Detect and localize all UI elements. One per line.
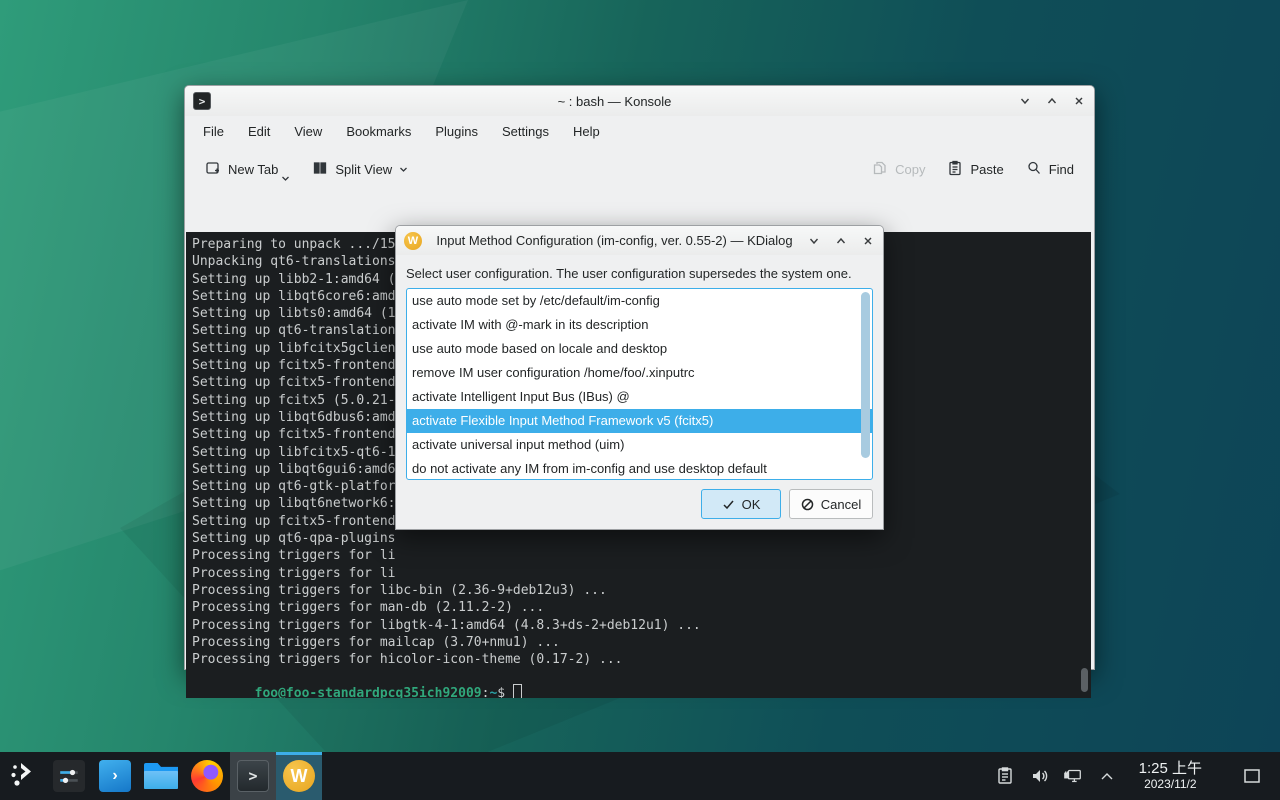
- volume-tray-icon[interactable]: [1029, 766, 1049, 786]
- tray-expander-icon[interactable]: [1097, 766, 1117, 786]
- konsole-window-title: ~ : bash — Konsole: [211, 94, 1018, 109]
- configuration-list-item[interactable]: activate Flexible Input Method Framework…: [407, 409, 872, 433]
- copy-icon: [872, 160, 888, 179]
- check-icon: [722, 498, 735, 511]
- terminal-line: Processing triggers for libc-bin (2.36-9…: [192, 583, 1091, 600]
- kdialog-task-icon: W: [283, 760, 315, 792]
- find-icon: [1026, 160, 1042, 179]
- system-settings-icon: [53, 760, 85, 792]
- terminal-line: Processing triggers for mailcap (3.70+nm…: [192, 635, 1091, 652]
- konsole-toolbar: New Tab Split View Copy Paste Find: [185, 147, 1094, 191]
- configuration-list-item[interactable]: activate Intelligent Input Bus (IBus) @: [407, 385, 872, 409]
- system-settings-button[interactable]: [46, 752, 92, 800]
- input-method-dialog: W Input Method Configuration (im-config,…: [395, 225, 884, 530]
- clock-time: 1:25 上午: [1139, 760, 1202, 777]
- dialog-button-row: OK Cancel: [396, 480, 883, 528]
- dialog-title: Input Method Configuration (im-config, v…: [422, 233, 807, 248]
- kde-launcher-icon: [8, 759, 38, 794]
- configuration-list-item[interactable]: activate IM with @-mark in its descripti…: [407, 313, 872, 337]
- terminal-line: Processing triggers for li: [192, 566, 1091, 583]
- configuration-list-item[interactable]: use auto mode based on locale and deskto…: [407, 337, 872, 361]
- kdialog-app-icon: W: [404, 232, 422, 250]
- configuration-list-item[interactable]: do not activate any IM from im-config an…: [407, 457, 872, 480]
- menu-item[interactable]: Settings: [492, 120, 559, 143]
- ok-button[interactable]: OK: [701, 489, 781, 519]
- dialog-instruction: Select user configuration. The user conf…: [396, 255, 883, 288]
- menu-item[interactable]: Edit: [238, 120, 280, 143]
- new-tab-button[interactable]: New Tab: [197, 154, 298, 185]
- konsole-titlebar[interactable]: > ~ : bash — Konsole: [185, 86, 1094, 116]
- maximize-icon[interactable]: [1045, 94, 1059, 108]
- cancel-button[interactable]: Cancel: [789, 489, 873, 519]
- copy-button: Copy: [864, 154, 933, 185]
- taskbar: › > W 1:25 上午: [0, 752, 1280, 800]
- clock-date: 2023/11/2: [1139, 778, 1202, 792]
- system-tray: 1:25 上午 2023/11/2: [995, 752, 1280, 800]
- file-manager-button[interactable]: [138, 752, 184, 800]
- list-scrollbar[interactable]: [861, 292, 870, 458]
- terminal-line: Processing triggers for libgtk-4-1:amd64…: [192, 618, 1091, 635]
- paste-icon: [947, 160, 963, 179]
- prompt-symbol: $: [497, 686, 505, 698]
- discover-button[interactable]: ›: [92, 752, 138, 800]
- terminal-line: Processing triggers for man-db (2.11.2-2…: [192, 600, 1091, 617]
- ok-label: OK: [742, 497, 761, 512]
- konsole-app-icon: >: [193, 92, 211, 110]
- configuration-list-item[interactable]: activate universal input method (uim): [407, 433, 872, 457]
- close-icon[interactable]: [1072, 94, 1086, 108]
- konsole-task-icon: >: [237, 760, 269, 792]
- split-view-label: Split View: [335, 162, 392, 177]
- find-button[interactable]: Find: [1018, 154, 1082, 185]
- cancel-label: Cancel: [821, 497, 861, 512]
- discover-icon: ›: [99, 760, 131, 792]
- find-label: Find: [1049, 162, 1074, 177]
- paste-button[interactable]: Paste: [939, 154, 1011, 185]
- folder-icon: [144, 763, 178, 789]
- split-view-dropdown-icon: [399, 162, 408, 177]
- show-desktop-button[interactable]: [1242, 767, 1262, 785]
- firefox-icon: [191, 760, 223, 792]
- firefox-button[interactable]: [184, 752, 230, 800]
- configuration-list-item[interactable]: remove IM user configuration /home/foo/.…: [407, 361, 872, 385]
- new-tab-dropdown-icon: [281, 171, 290, 178]
- terminal-line: Setting up qt6-qpa-plugins: [192, 531, 1091, 548]
- kdialog-task-button[interactable]: W: [276, 752, 322, 800]
- konsole-menubar: FileEditViewBookmarksPluginsSettingsHelp: [185, 116, 1094, 147]
- terminal-prompt-line: foo@foo-standardpcq35ich92009:~$: [192, 669, 1091, 686]
- show-desktop-icon: [1242, 767, 1262, 785]
- configuration-list: use auto mode set by /etc/default/im-con…: [406, 288, 873, 480]
- desktop-background: > ~ : bash — Konsole FileEditViewBookmar…: [0, 0, 1280, 800]
- paste-label: Paste: [970, 162, 1003, 177]
- menu-item[interactable]: Help: [563, 120, 610, 143]
- configuration-list-item[interactable]: use auto mode set by /etc/default/im-con…: [407, 289, 872, 313]
- digital-clock[interactable]: 1:25 上午 2023/11/2: [1139, 760, 1202, 791]
- new-tab-icon: [205, 160, 221, 179]
- terminal-scrollbar[interactable]: [1081, 668, 1088, 692]
- terminal-cursor: [513, 684, 522, 698]
- prompt-user-host: foo@foo-standardpcq35ich92009: [255, 686, 482, 698]
- konsole-task-button[interactable]: >: [230, 752, 276, 800]
- menu-item[interactable]: File: [193, 120, 234, 143]
- cancel-icon: [801, 498, 814, 511]
- new-tab-label: New Tab: [228, 162, 278, 177]
- copy-label: Copy: [895, 162, 925, 177]
- minimize-icon[interactable]: [807, 234, 821, 248]
- split-view-button[interactable]: Split View: [304, 154, 416, 185]
- maximize-icon[interactable]: [834, 234, 848, 248]
- close-icon[interactable]: [861, 234, 875, 248]
- terminal-line: Processing triggers for hicolor-icon-the…: [192, 652, 1091, 669]
- menu-item[interactable]: Bookmarks: [336, 120, 421, 143]
- menu-item[interactable]: View: [284, 120, 332, 143]
- minimize-icon[interactable]: [1018, 94, 1032, 108]
- terminal-line: Processing triggers for li: [192, 548, 1091, 565]
- menu-item[interactable]: Plugins: [425, 120, 488, 143]
- network-tray-icon[interactable]: [1063, 766, 1083, 786]
- split-view-icon: [312, 160, 328, 179]
- dialog-titlebar[interactable]: W Input Method Configuration (im-config,…: [396, 226, 883, 255]
- app-launcher-button[interactable]: [0, 752, 46, 800]
- clipboard-tray-icon[interactable]: [995, 766, 1015, 786]
